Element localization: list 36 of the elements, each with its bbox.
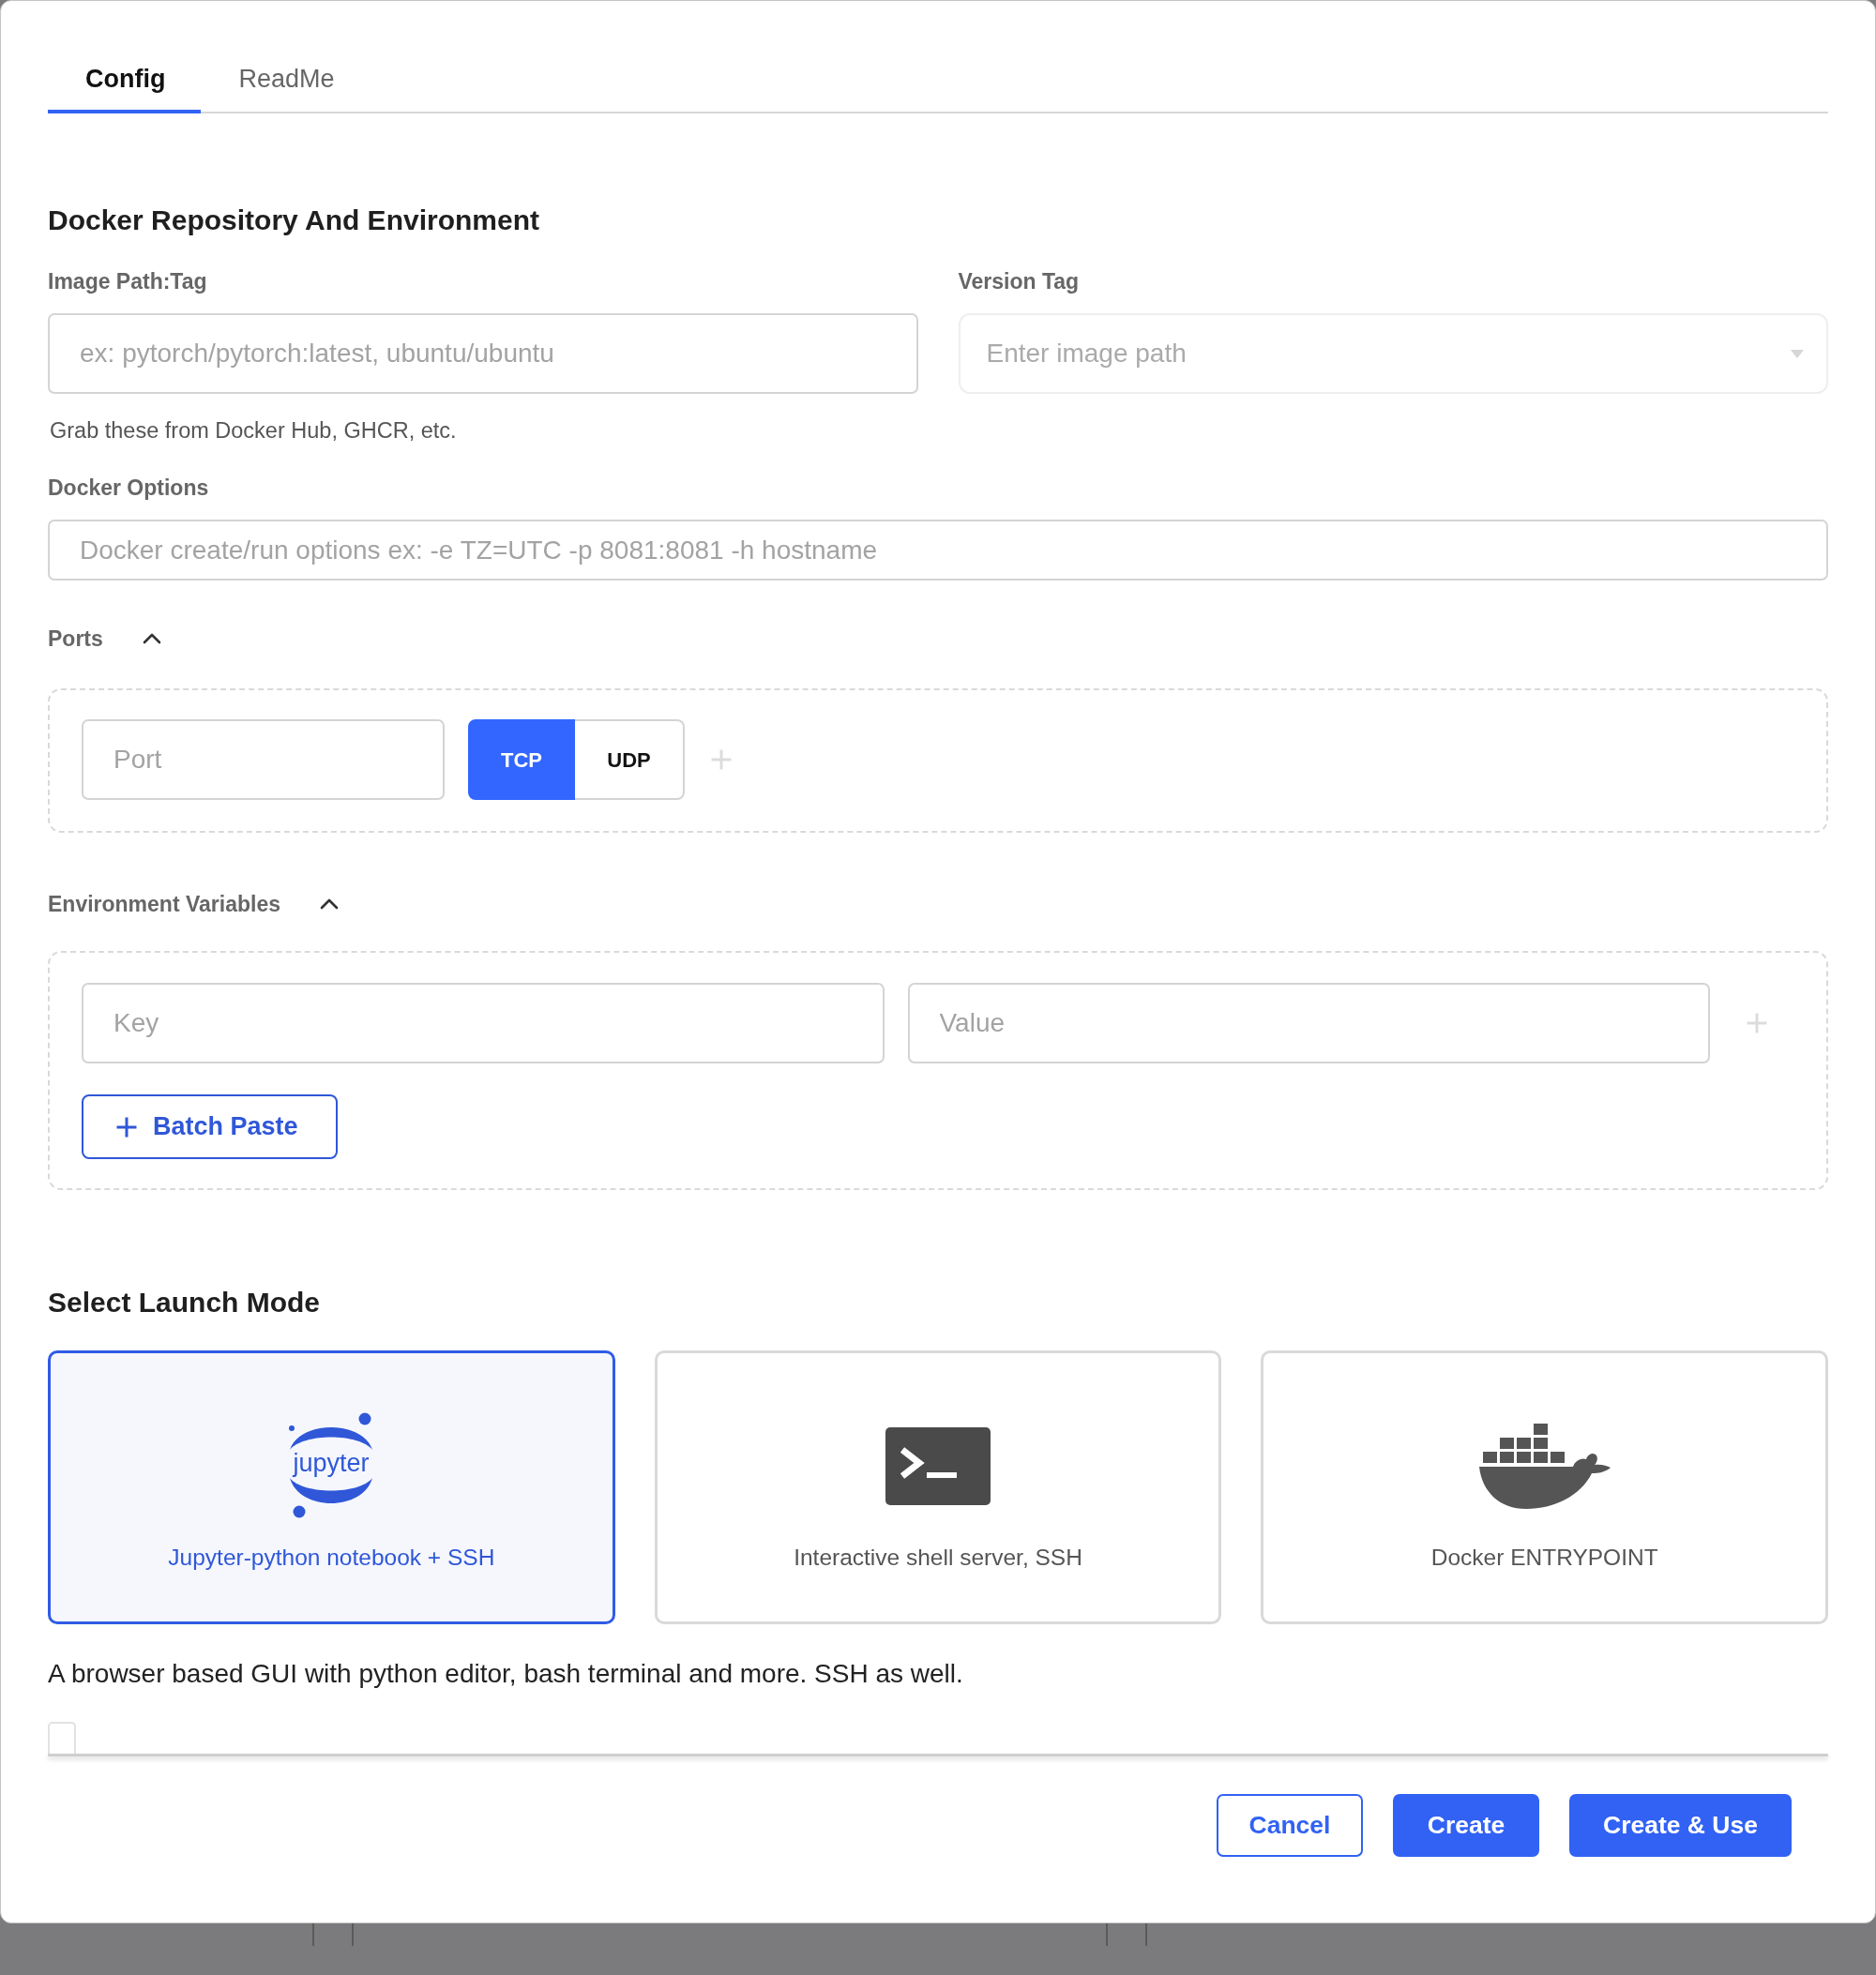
- create-and-use-button[interactable]: Create & Use: [1569, 1794, 1792, 1857]
- caret-down-icon: [1791, 349, 1804, 358]
- jupyter-logo: jupyter: [284, 1412, 379, 1519]
- terminal-icon: [885, 1426, 991, 1505]
- mode-description: A browser based GUI with python editor, bash terminal and more. SSH as well.: [48, 1659, 964, 1689]
- protocol-button[interactable]: UDP: [575, 719, 685, 800]
- create-button[interactable]: Create: [1393, 1794, 1539, 1857]
- value-input[interactable]: Value: [907, 983, 1710, 1063]
- section-label: Environment Variables: [48, 892, 280, 916]
- section-heading: Select Launch Mode: [48, 1286, 322, 1319]
- tab[interactable]: ReadMe: [201, 47, 371, 113]
- mode-label: Interactive shell server, SSH: [794, 1545, 1082, 1571]
- image-path-input[interactable]: ex: pytorch/pytorch:latest, ubuntu/ubuntu: [48, 313, 918, 394]
- section-heading: Docker Repository And Environment: [48, 204, 540, 237]
- launch-mode-card[interactable]: jupyter Jupyter-python notebook + SSH: [48, 1350, 615, 1624]
- key-input[interactable]: Key: [82, 983, 885, 1063]
- chevron-up-icon[interactable]: [142, 633, 161, 644]
- batch-paste-button[interactable]: Batch Paste: [82, 1094, 338, 1159]
- launch-mode-card[interactable]: Interactive shell server, SSH: [654, 1350, 1222, 1624]
- checkbox[interactable]: [48, 1722, 76, 1754]
- protocol-button[interactable]: TCP: [468, 719, 575, 800]
- section-label: Ports: [48, 626, 103, 651]
- whale-icon: [1478, 1423, 1611, 1509]
- launch-mode-card[interactable]: Docker ENTRYPOINT: [1261, 1350, 1828, 1624]
- mode-label: Docker ENTRYPOINT: [1430, 1545, 1658, 1571]
- mode-label: Jupyter-python notebook + SSH: [168, 1545, 495, 1571]
- field-label: Version Tag: [958, 269, 1081, 294]
- cancel-button[interactable]: Cancel: [1217, 1794, 1363, 1857]
- docker-options-input[interactable]: Docker create/run options ex: -e TZ=UTC -p 8081:8081 -h hostname: [48, 520, 1828, 580]
- port-input[interactable]: Port: [82, 719, 445, 800]
- chevron-up-icon[interactable]: [320, 898, 339, 910]
- plus-icon[interactable]: [115, 1115, 138, 1138]
- field-label: Image Path:Tag: [48, 269, 208, 294]
- field-label: Docker Options: [48, 475, 210, 500]
- tab[interactable]: Config: [48, 47, 202, 113]
- help-text: Grab these from Docker Hub, GHCR, etc.: [49, 418, 458, 443]
